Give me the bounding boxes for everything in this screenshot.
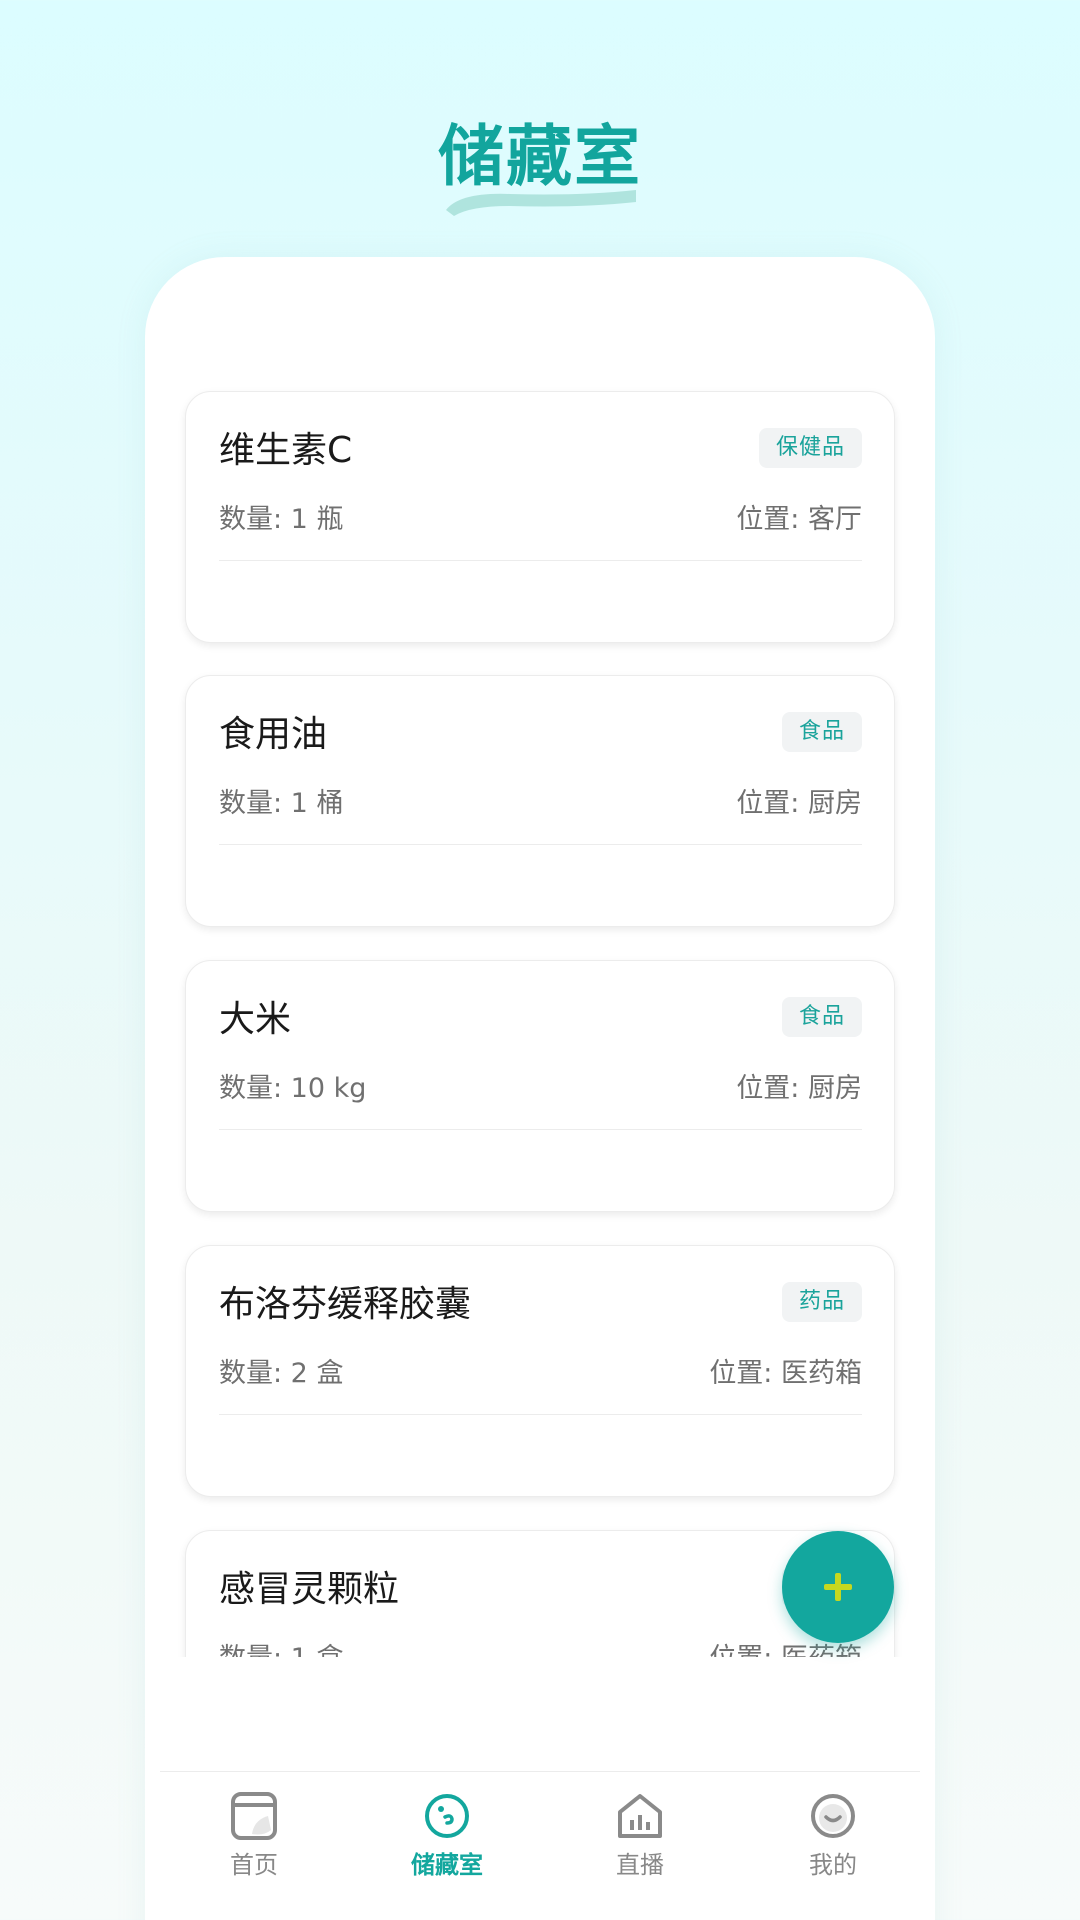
card-divider	[219, 1129, 862, 1130]
page-header: 储藏室	[0, 112, 1080, 222]
item-category-tag: 食品	[781, 997, 862, 1037]
home-jar-icon	[231, 1792, 277, 1840]
item-name: 布洛芬缓释胶囊	[219, 1284, 472, 1325]
item-location: 位置: 客厅	[736, 504, 862, 535]
plus-icon	[824, 1573, 852, 1601]
tab-storage[interactable]: 储藏室	[387, 1790, 507, 1900]
item-card[interactable]: 食用油 食品 数量: 1 桶 位置: 厨房	[185, 675, 895, 927]
tab-storage-label: 储藏室	[411, 1851, 483, 1879]
item-name: 维生素C	[219, 430, 353, 471]
item-card[interactable]: 维生素C 保健品 数量: 1 瓶 位置: 客厅	[185, 391, 895, 643]
item-quantity: 数量: 2 盒	[219, 1358, 344, 1389]
item-list[interactable]: 维生素C 保健品 数量: 1 瓶 位置: 客厅 食用油 食品 数量: 1 桶 位…	[145, 257, 935, 1657]
tab-profile[interactable]: 我的	[773, 1790, 893, 1900]
smiley-profile-icon	[811, 1794, 855, 1838]
tab-home[interactable]: 首页	[194, 1790, 314, 1900]
item-quantity: 数量: 1 盒	[219, 1639, 343, 1657]
item-location: 位置: 厨房	[736, 788, 862, 819]
storage-panel: 维生素C 保健品 数量: 1 瓶 位置: 客厅 食用油 食品 数量: 1 桶 位…	[145, 257, 935, 1920]
item-card[interactable]: 大米 食品 数量: 10 kg 位置: 厨房	[185, 960, 895, 1212]
card-divider	[219, 1414, 862, 1415]
item-card[interactable]: 布洛芬缓释胶囊 药品 数量: 2 盒 位置: 医药箱	[185, 1245, 895, 1497]
tab-live[interactable]: 直播	[580, 1790, 700, 1900]
card-divider	[219, 844, 862, 845]
item-quantity: 数量: 10 kg	[219, 1073, 367, 1104]
tab-home-label: 首页	[230, 1851, 278, 1879]
live-chart-icon	[618, 1794, 662, 1838]
item-quantity: 数量: 1 桶	[219, 788, 344, 819]
item-category-tag: 药品	[781, 1282, 862, 1322]
storage-icon	[425, 1794, 469, 1838]
item-name: 感冒灵颗粒	[219, 1569, 400, 1610]
item-location: 位置: 医药箱	[709, 1358, 862, 1389]
tab-profile-label: 我的	[809, 1851, 857, 1879]
item-name: 食用油	[219, 714, 328, 755]
item-name: 大米	[219, 999, 292, 1040]
bottom-tab-bar: 首页 储藏室 直播 我的	[160, 1771, 920, 1920]
item-category-tag: 保健品	[758, 428, 862, 468]
add-item-button[interactable]	[782, 1531, 894, 1643]
page-title: 储藏室	[438, 118, 642, 195]
item-quantity: 数量: 1 瓶	[219, 504, 344, 535]
tab-live-label: 直播	[616, 1851, 664, 1879]
card-divider	[219, 560, 862, 561]
item-location: 位置: 厨房	[736, 1073, 862, 1104]
item-category-tag: 食品	[781, 712, 862, 752]
